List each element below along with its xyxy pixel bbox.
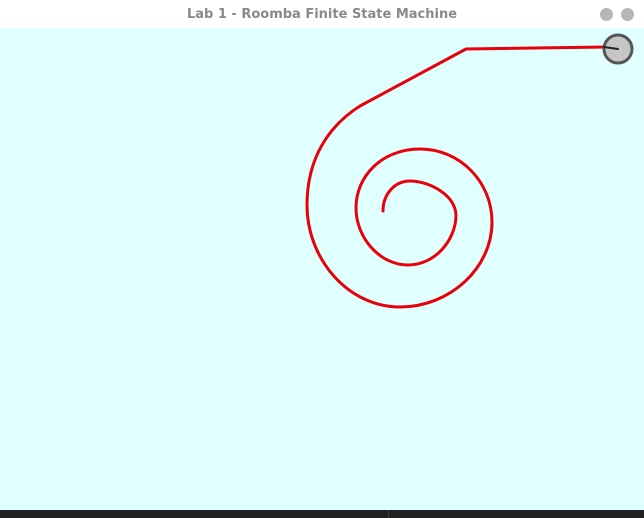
simulation-canvas (0, 28, 644, 510)
roomba-robot-icon (602, 33, 634, 65)
taskbar (0, 510, 644, 518)
minimize-icon[interactable] (600, 8, 613, 21)
app-window: Lab 1 - Roomba Finite State Machine (0, 0, 644, 510)
window-title: Lab 1 - Roomba Finite State Machine (186, 7, 458, 22)
title-bar[interactable]: Lab 1 - Roomba Finite State Machine (0, 0, 644, 29)
taskbar-divider (388, 510, 389, 518)
robot-trail-path (305, 45, 608, 309)
simulation-svg (305, 33, 634, 309)
close-icon[interactable] (621, 8, 634, 21)
